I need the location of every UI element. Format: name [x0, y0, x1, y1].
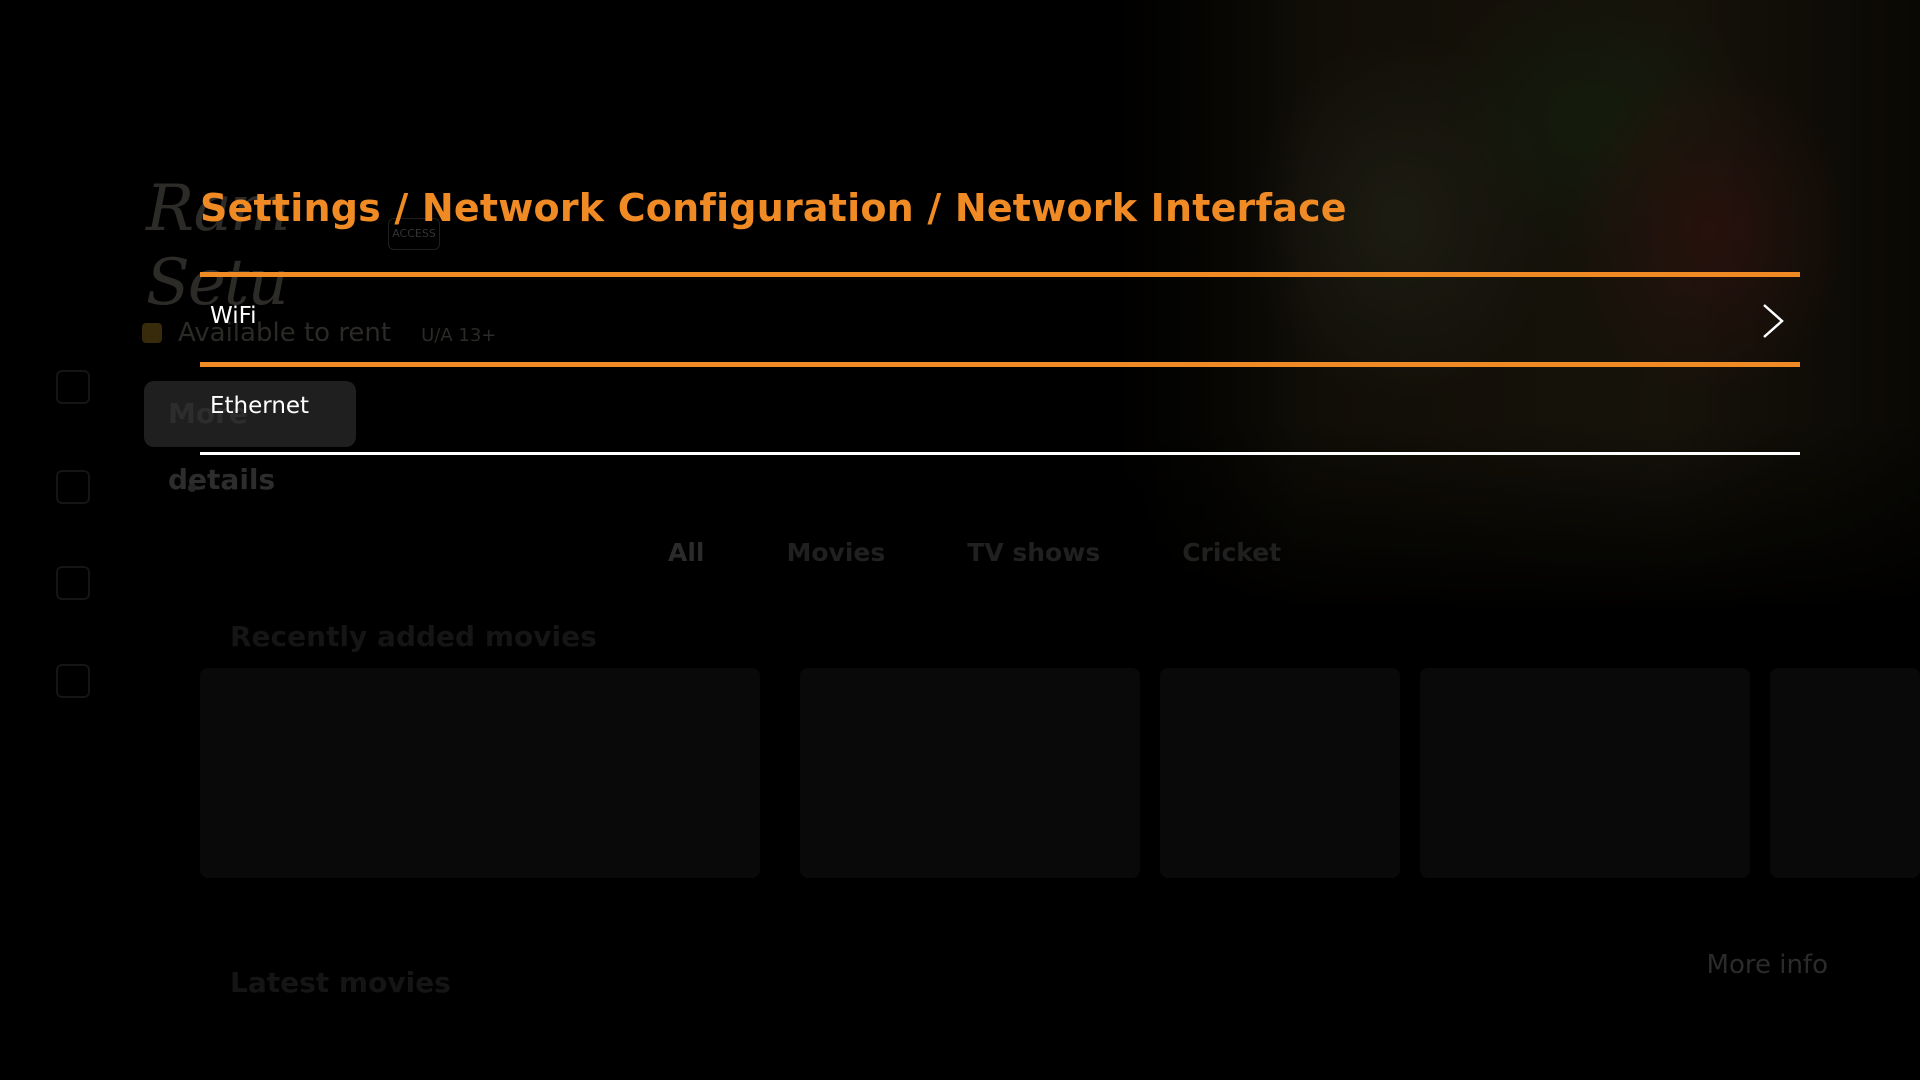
- menu-item-wifi[interactable]: WiFi: [200, 277, 1800, 367]
- network-interface-menu: WiFi Ethernet: [200, 277, 1800, 455]
- chevron-right-icon: [1763, 304, 1784, 338]
- page-title: Settings / Network Configuration / Netwo…: [200, 186, 1347, 230]
- menu-item-ethernet[interactable]: Ethernet: [200, 367, 1800, 455]
- menu-item-label: Ethernet: [210, 393, 310, 419]
- dim-overlay: [0, 0, 1920, 1080]
- menu-item-label: WiFi: [210, 303, 257, 329]
